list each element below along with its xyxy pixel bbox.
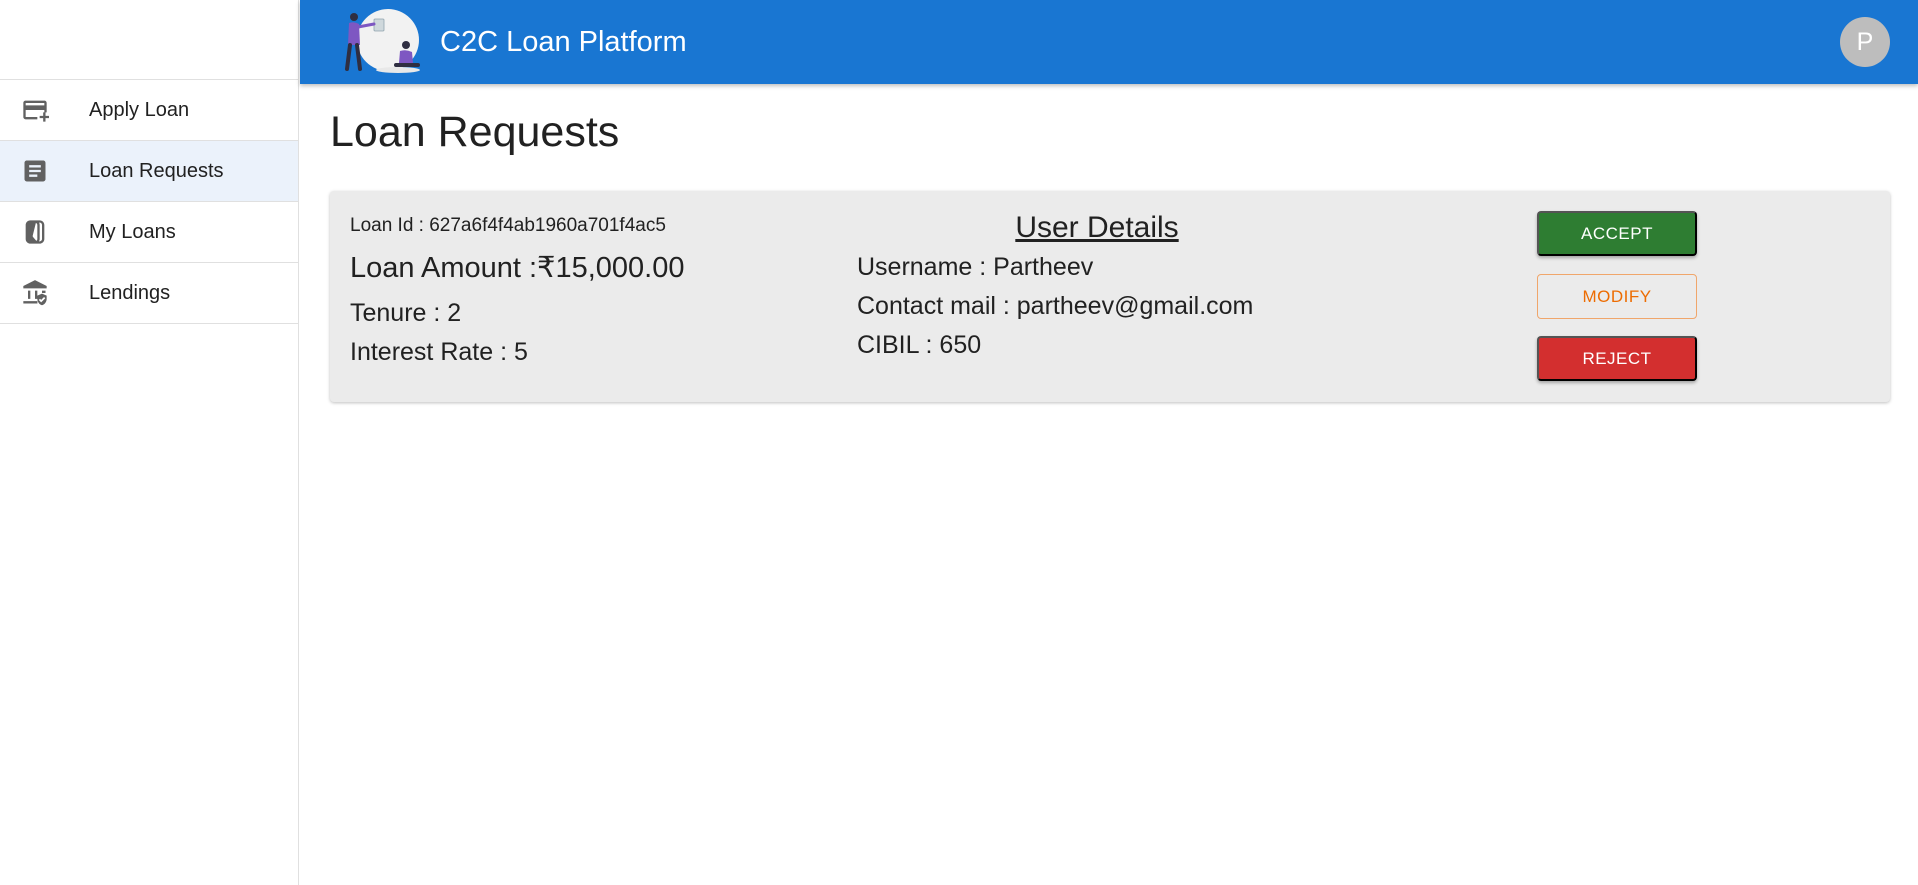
avatar[interactable]: P xyxy=(1840,17,1890,67)
wallet-icon xyxy=(21,218,49,246)
loan-amount: Loan Amount :₹15,000.00 xyxy=(350,252,685,284)
loan-request-card: Loan Id : 627a6f4f4ab1960a701f4ac5 Loan … xyxy=(330,191,1890,402)
page-title: Loan Requests xyxy=(330,108,620,156)
username: Username : Partheev xyxy=(857,253,1094,281)
bank-icon xyxy=(21,279,49,307)
sidebar-item-label: Apply Loan xyxy=(89,98,190,121)
loan-id: Loan Id : 627a6f4f4ab1960a701f4ac5 xyxy=(350,215,666,236)
app-bar: C2C Loan Platform P xyxy=(300,0,1918,84)
sidebar: Apply Loan Loan Requests My Loans Lendin… xyxy=(0,0,299,885)
user-details-title: User Details xyxy=(1015,211,1179,244)
loan-tenure: Tenure : 2 xyxy=(350,299,462,327)
sidebar-item-label: My Loans xyxy=(89,220,176,243)
add-card-icon xyxy=(21,96,49,124)
reject-button[interactable]: REJECT xyxy=(1537,336,1697,381)
sidebar-header xyxy=(0,0,298,80)
sidebar-item-label: Lendings xyxy=(89,281,171,304)
sidebar-item-apply-loan[interactable]: Apply Loan xyxy=(0,80,298,141)
user-details: User Details Username : Partheev Contact… xyxy=(857,211,1337,360)
modify-button[interactable]: MODIFY xyxy=(1537,274,1697,319)
sidebar-item-label: Loan Requests xyxy=(89,159,224,182)
sidebar-item-lendings[interactable]: Lendings xyxy=(0,263,298,324)
sidebar-item-my-loans[interactable]: My Loans xyxy=(0,202,298,263)
interest-rate: Interest Rate : 5 xyxy=(350,338,528,366)
contact-mail: Contact mail : partheev@gmail.com xyxy=(857,292,1254,320)
sidebar-item-loan-requests[interactable]: Loan Requests xyxy=(0,141,298,202)
loan-info: Loan Id : 627a6f4f4ab1960a701f4ac5 Loan … xyxy=(350,215,685,367)
logo xyxy=(345,9,420,73)
app-title: C2C Loan Platform xyxy=(440,25,687,58)
accept-button[interactable]: ACCEPT xyxy=(1537,211,1697,256)
avatar-initial: P xyxy=(1856,27,1874,56)
article-icon xyxy=(21,157,49,185)
cibil-score: CIBIL : 650 xyxy=(857,331,982,359)
